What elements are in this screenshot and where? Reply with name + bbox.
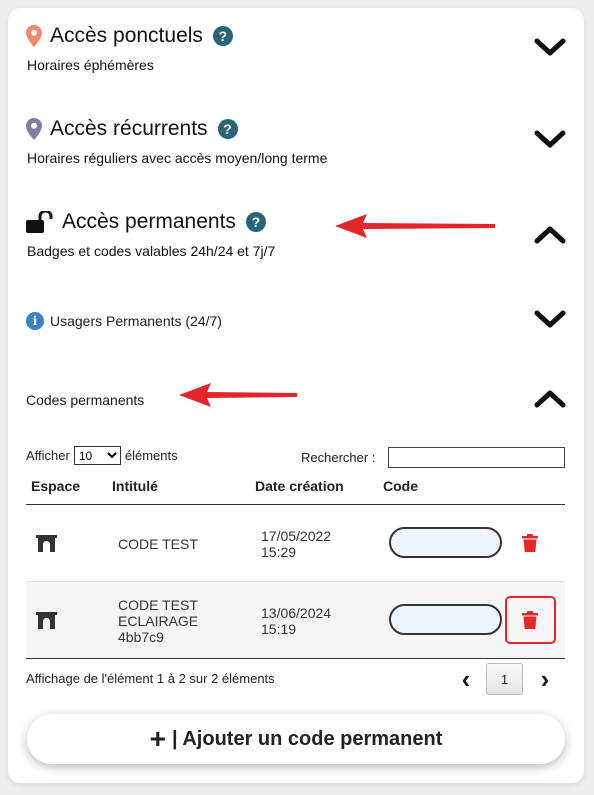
row-date: 13/06/2024 [261,605,332,621]
chevron-up-icon[interactable] [533,222,567,246]
row-label-line: CODE TEST [118,536,198,552]
chevron-up-icon[interactable] [533,386,567,410]
previous-page-button[interactable]: ‹ [456,664,476,694]
search-input[interactable] [388,447,565,468]
show-prefix: Afficher [26,448,70,463]
column-header-code[interactable]: Code [383,478,418,494]
help-icon[interactable]: ? [217,119,238,139]
plus-icon: + [149,723,166,754]
section-recurrents-subtitle: Horaires réguliers avec accès moyen/long… [27,150,328,166]
next-page-button[interactable]: › [535,664,555,694]
chevron-down-icon[interactable] [533,36,567,60]
section-ponctuels-header[interactable]: Accès ponctuels ? [26,24,233,48]
page-length-select[interactable]: 10 [73,446,121,465]
trash-icon[interactable] [522,611,538,629]
unlock-icon [26,211,53,233]
section-recurrents-header[interactable]: Accès récurrents ? [26,117,238,141]
row-divider [26,581,565,582]
chevron-down-icon[interactable] [533,128,567,152]
section-permanents-subtitle: Badges et codes valables 24h/24 et 7j/7 [27,243,276,259]
archway-icon [36,535,57,552]
chevron-down-icon[interactable] [533,308,567,332]
table-info: Affichage de l'élément 1 à 2 sur 2 éléme… [26,671,275,686]
annotation-arrow [179,383,297,407]
section-ponctuels-title: Accès ponctuels [50,24,203,47]
column-header-intitule[interactable]: Intitulé [112,478,158,494]
row-time: 15:29 [261,544,297,560]
archway-icon [36,612,57,629]
column-header-date-creation[interactable]: Date création [255,478,344,494]
help-icon[interactable]: ? [212,26,233,46]
usagers-permanents-label: Usagers Permanents (24/7) [50,313,222,329]
usagers-permanents-header[interactable]: i Usagers Permanents (24/7) [26,312,222,330]
row-time: 15:19 [261,621,297,637]
trash-icon[interactable] [522,534,538,552]
info-icon: i [26,312,44,330]
table-header-divider [26,504,565,505]
section-recurrents-title: Accès récurrents [50,117,208,140]
code-field[interactable] [389,527,502,558]
help-icon[interactable]: ? [245,212,266,232]
page-length-control: Afficher 10 éléments [26,446,178,465]
codes-permanents-header[interactable]: Codes permanents [26,392,144,408]
add-permanent-code-button[interactable]: + | Ajouter un code permanent [27,714,565,764]
map-pin-purple-icon [26,118,42,140]
section-ponctuels-subtitle: Horaires éphémères [27,57,154,73]
codes-permanents-label: Codes permanents [26,392,145,408]
map-pin-orange-icon [26,25,42,47]
row-label-line: ECLAIRAGE [118,613,199,629]
row-date: 17/05/2022 [261,528,332,544]
annotation-arrow [335,214,495,238]
search-label: Rechercher : [301,450,376,465]
column-header-espace[interactable]: Espace [31,478,80,494]
show-suffix: éléments [124,448,178,463]
row-label-line: CODE TEST [118,597,198,613]
page-number-button[interactable]: 1 [486,663,523,695]
section-permanents-title: Accès permanents [62,210,236,233]
table-bottom-divider [26,658,565,659]
row-label-line: 4bb7c9 [118,629,164,645]
code-field[interactable] [389,604,502,635]
add-button-label: | Ajouter un code permanent [171,727,443,750]
section-permanents-header[interactable]: Accès permanents ? [26,210,266,234]
